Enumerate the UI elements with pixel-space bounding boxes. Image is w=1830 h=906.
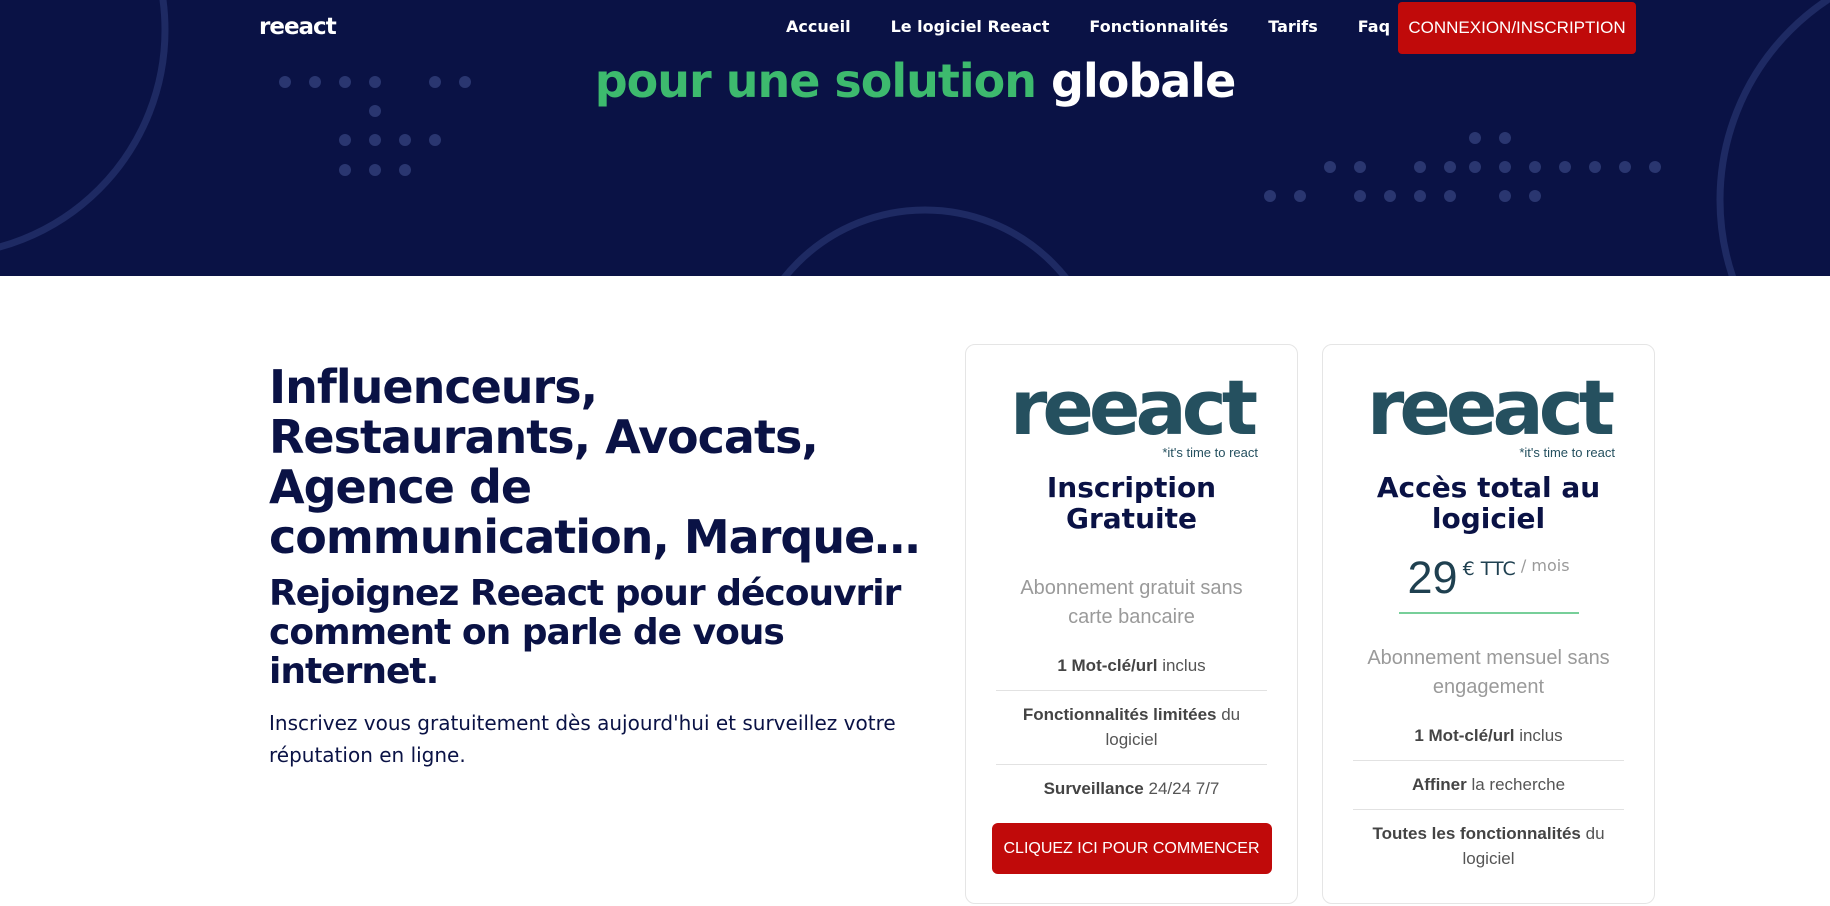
hero-title-white: globale — [1051, 54, 1236, 108]
feature-item: Affiner la recherche — [1353, 761, 1624, 810]
decor-dot — [1354, 161, 1366, 173]
plan-subtitle: Abonnement gratuit sans carte bancaire — [1020, 577, 1243, 628]
price-period: / mois — [1520, 556, 1570, 575]
intro-heading: Influenceurs, Restaurants, Avocats, Agen… — [269, 360, 920, 564]
price-currency: € TTC — [1462, 558, 1516, 580]
nav-faq[interactable]: Faq — [1358, 17, 1390, 36]
plan-brand-logo: reeact *it's time to react — [966, 369, 1297, 464]
decor-dot — [429, 134, 441, 146]
intro-section: Influenceurs, Restaurants, Avocats, Agen… — [269, 362, 929, 771]
decor-dot — [1444, 190, 1456, 202]
decor-dot — [1559, 161, 1571, 173]
decor-dot — [1324, 161, 1336, 173]
feature-item: 1 Mot-clé/url inclus — [1353, 712, 1624, 761]
decor-dot — [1414, 190, 1426, 202]
decor-dot — [1499, 190, 1511, 202]
feature-item: Fonctionnalités limitées du logiciel — [996, 691, 1267, 765]
decor-dot — [1414, 161, 1426, 173]
decor-dot — [369, 164, 381, 176]
plan-features: 1 Mot-clé/url inclus Affiner la recherch… — [1353, 712, 1624, 883]
decor-dot — [1529, 190, 1541, 202]
decor-dot — [1444, 161, 1456, 173]
plan-features: 1 Mot-clé/url inclus Fonctionnalités lim… — [996, 642, 1267, 813]
decor-dot — [1294, 190, 1306, 202]
brand-tagline: *it's time to react — [1519, 445, 1615, 460]
login-signup-button[interactable]: CONNEXION/INSCRIPTION — [1398, 2, 1636, 54]
start-free-button[interactable]: CLIQUEZ ICI POUR COMMENCER — [991, 823, 1272, 874]
decor-dot — [339, 164, 351, 176]
feature-item: Toutes les fonctionnalités du logiciel — [1372, 824, 1605, 868]
intro-subheading: Rejoignez Reeact pour découvrir comment … — [269, 573, 901, 692]
nav-fonctionnalites[interactable]: Fonctionnalités — [1089, 17, 1228, 36]
brand-wordmark: reeact — [1009, 363, 1258, 452]
plan-title: Accès total au logiciel — [1376, 471, 1601, 535]
decor-dot — [1384, 190, 1396, 202]
decor-dot — [399, 164, 411, 176]
decor-dot — [1619, 161, 1631, 173]
decor-dot — [1649, 161, 1661, 173]
price-divider — [1398, 612, 1579, 614]
decor-dot — [1499, 132, 1511, 144]
feature-item: 1 Mot-clé/url inclus — [996, 642, 1267, 691]
plan-title: Inscription Gratuite — [1046, 471, 1217, 535]
hero-title: pour une solution globale — [0, 54, 1830, 108]
decor-dot — [399, 134, 411, 146]
decor-dot — [369, 134, 381, 146]
hero-banner: reeact Accueil Le logiciel Reeact Foncti… — [0, 0, 1830, 276]
plan-card-free: reeact *it's time to react Inscription G… — [965, 344, 1298, 904]
plan-card-full: reeact *it's time to react Accès total a… — [1322, 344, 1655, 904]
nav-logiciel[interactable]: Le logiciel Reeact — [891, 17, 1050, 36]
brand-tagline: *it's time to react — [1162, 445, 1258, 460]
decor-dot — [1499, 161, 1511, 173]
decor-dot — [339, 134, 351, 146]
nav-accueil[interactable]: Accueil — [786, 17, 851, 36]
price-amount: 29 — [1407, 552, 1458, 603]
nav-tarifs[interactable]: Tarifs — [1268, 17, 1318, 36]
brand-wordmark: reeact — [1366, 363, 1615, 452]
decor-dot — [1589, 161, 1601, 173]
plan-subtitle: Abonnement mensuel sans engagement — [1367, 647, 1610, 698]
hero-title-green: pour une solution — [594, 54, 1037, 108]
feature-item: Surveillance 24/24 7/7 — [1043, 779, 1220, 798]
decor-dot — [1354, 190, 1366, 202]
decor-dot — [1469, 161, 1481, 173]
decor-dot — [1469, 132, 1481, 144]
site-logo[interactable]: reeact — [259, 14, 337, 40]
intro-text: Inscrivez vous gratuitement dès aujourd'… — [269, 711, 896, 767]
plan-price: 29 € TTC / mois — [1323, 552, 1654, 604]
plan-brand-logo: reeact *it's time to react — [1323, 369, 1654, 464]
decor-dot — [1264, 190, 1276, 202]
decor-dot — [1529, 161, 1541, 173]
main-nav: Accueil Le logiciel Reeact Fonctionnalit… — [786, 17, 1430, 36]
